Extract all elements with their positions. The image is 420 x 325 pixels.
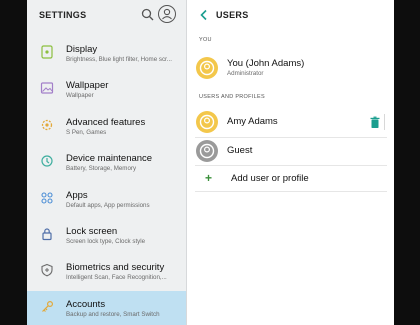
avatar [196,111,218,133]
device-maintenance-icon [40,154,54,168]
user-row-guest[interactable]: Guest [187,139,394,165]
settings-item-display[interactable]: Display Brightness, Blue light filter, H… [27,36,186,72]
settings-item-biometrics[interactable]: Biometrics and security Intelligent Scan… [27,254,186,290]
user-name: You (John Adams) [227,58,305,69]
settings-item-subtitle: Intelligent Scan, Face Recognition,... [66,274,167,282]
plus-icon: + [205,171,213,185]
avatar [196,140,218,162]
users-panel: USERS YOU You (John Adams) Administrator… [187,0,394,325]
settings-item-title: Lock screen [66,225,118,237]
user-row-you[interactable]: You (John Adams) Administrator [187,55,394,85]
settings-item-wallpaper[interactable]: Wallpaper Wallpaper [27,72,186,108]
settings-item-subtitle: S Pen, Games [66,128,107,136]
settings-item-subtitle: Backup and restore, Smart Switch [66,310,160,318]
settings-item-subtitle: Wallpaper [66,92,94,100]
user-name: Amy Adams [227,116,278,127]
settings-item-apps[interactable]: Apps Default apps, App permissions [27,182,186,218]
settings-item-title: Advanced features [66,116,146,128]
account-icon[interactable] [158,5,176,23]
settings-item-title: Biometrics and security [66,262,165,274]
advanced-features-icon [40,118,54,132]
back-arrow-icon[interactable] [197,8,211,22]
section-label-users: USERS AND PROFILES [199,94,265,100]
row-divider [195,137,387,138]
avatar [196,57,218,79]
display-icon [40,45,54,59]
apps-icon [40,191,54,205]
search-icon[interactable] [140,7,156,23]
section-label-you: YOU [199,37,212,43]
row-divider [195,165,387,166]
user-name: Guest [227,145,253,156]
add-user-button[interactable]: + Add user or profile [187,168,394,190]
page-title: USERS [216,10,249,20]
settings-item-lock-screen[interactable]: Lock screen Screen lock type, Clock styl… [27,218,186,254]
row-divider [195,191,387,192]
tablet-screen: SETTINGS Display Brightness, Blue light … [27,0,394,325]
settings-item-accounts[interactable]: Accounts Backup and restore, Smart Switc… [27,290,186,325]
row-separator [384,114,385,130]
settings-item-subtitle: Battery, Storage, Memory [66,165,137,173]
user-role: Administrator [227,70,264,77]
delete-icon[interactable] [369,116,381,129]
settings-item-device-maintenance[interactable]: Device maintenance Battery, Storage, Mem… [27,145,186,181]
settings-item-title: Device maintenance [66,153,153,165]
settings-item-title: Wallpaper [66,80,109,92]
shield-icon [40,263,54,277]
settings-item-title: Accounts [66,298,106,310]
settings-item-title: Display [66,44,98,55]
settings-panel: SETTINGS Display Brightness, Blue light … [27,0,186,325]
settings-item-title: Apps [66,189,88,201]
settings-item-advanced-features[interactable]: Advanced features S Pen, Games [27,109,186,145]
settings-item-subtitle: Default apps, App permissions [66,201,150,209]
wallpaper-icon [40,81,54,95]
user-row-amy[interactable]: Amy Adams [187,110,394,136]
settings-item-subtitle: Brightness, Blue light filter, Home scr.… [66,56,172,63]
key-icon [40,300,54,314]
add-user-label: Add user or profile [231,173,309,184]
settings-title: SETTINGS [39,10,87,20]
settings-header: SETTINGS [27,0,186,32]
lock-icon [40,227,54,241]
settings-list: Display Brightness, Blue light filter, H… [27,36,186,325]
settings-item-subtitle: Screen lock type, Clock style [66,237,146,245]
